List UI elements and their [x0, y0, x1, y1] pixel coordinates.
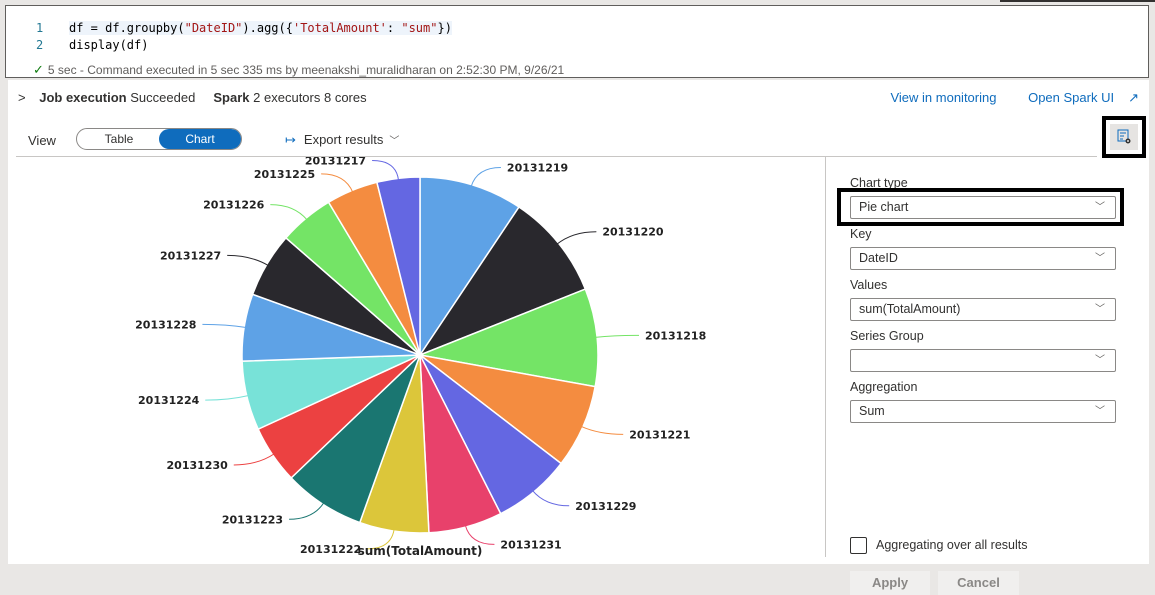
chart-settings-button[interactable] — [1102, 116, 1146, 158]
slice-label-20131225: 20131225 — [254, 168, 315, 181]
external-link-icon: ↗ — [1128, 90, 1139, 105]
panel-divider — [825, 157, 826, 557]
key-label: Key — [850, 227, 872, 241]
slice-label-20131217: 20131217 — [305, 157, 366, 167]
chevron-down-icon: ﹀ — [389, 136, 400, 147]
leader-line-20131226 — [270, 204, 308, 221]
results-panel: > Job execution Succeeded Spark 2 execut… — [8, 80, 1149, 595]
check-icon: ✓ — [33, 62, 44, 77]
aggregation-label: Aggregation — [850, 380, 918, 394]
chevron-down-icon: ﹀ — [1095, 202, 1105, 213]
aggregation-select[interactable]: Sum ﹀ — [850, 400, 1116, 423]
code-cell[interactable]: 1 df = df.groupby("DateID").agg({'TotalA… — [5, 5, 1149, 78]
status-text: 5 sec - Command executed in 5 sec 335 ms… — [47, 63, 565, 77]
export-results-button[interactable]: ↦ Export results ﹀ — [285, 132, 399, 148]
job-label: Job execution — [39, 90, 127, 105]
leader-line-20131219 — [470, 166, 501, 187]
slice-label-20131220: 20131220 — [602, 226, 664, 239]
chart-type-select[interactable]: Pie chart ﹀ — [850, 196, 1116, 219]
code-text: df = df.groupby("DateID").agg({'TotalAmo… — [69, 21, 452, 35]
slice-label-20131229: 20131229 — [575, 500, 636, 513]
leader-line-20131221 — [580, 425, 624, 435]
export-label: Export results — [303, 132, 384, 147]
view-label: View — [28, 133, 56, 148]
leader-line-20131225 — [321, 173, 354, 193]
aggregate-all-label: Aggregating over all results — [876, 538, 1028, 552]
chart-settings-icon — [1117, 129, 1131, 144]
chevron-down-icon: ﹀ — [1095, 253, 1105, 264]
line-number: 1 — [36, 21, 44, 35]
chevron-right-icon[interactable]: > — [18, 90, 26, 105]
chevron-down-icon: ﹀ — [1095, 355, 1105, 366]
spark-label: Spark — [213, 90, 250, 105]
code-text: display(df) — [69, 38, 149, 52]
slice-label-20131224: 20131224 — [138, 394, 200, 407]
cancel-button[interactable]: Cancel — [938, 571, 1019, 595]
leader-line-20131230 — [233, 453, 275, 466]
view-table-option[interactable]: Table — [78, 129, 160, 149]
leader-line-20131228 — [202, 323, 247, 329]
slice-label-20131231: 20131231 — [500, 538, 561, 551]
slice-label-20131223: 20131223 — [222, 513, 283, 526]
slice-label-20131230: 20131230 — [167, 459, 229, 472]
chevron-down-icon: ﹀ — [1095, 304, 1105, 315]
job-summary[interactable]: > Job execution Succeeded Spark 2 execut… — [18, 90, 367, 105]
export-arrow-icon: ↦ — [285, 132, 296, 147]
view-in-monitoring-link[interactable]: View in monitoring — [890, 90, 996, 105]
view-chart-option[interactable]: Chart — [159, 129, 241, 149]
chevron-down-icon: ﹀ — [1095, 406, 1105, 417]
slice-label-20131218: 20131218 — [645, 329, 706, 342]
slice-label-20131219: 20131219 — [507, 161, 568, 174]
slice-label-20131221: 20131221 — [629, 428, 690, 441]
key-select[interactable]: DateID ﹀ — [850, 247, 1116, 270]
links: View in monitoring Open Spark UI ↗ — [876, 90, 1139, 106]
window-edge — [1000, 0, 1155, 2]
slice-label-20131227: 20131227 — [160, 249, 221, 262]
values-select[interactable]: sum(TotalAmount) ﹀ — [850, 298, 1116, 321]
line-number: 2 — [36, 38, 44, 52]
job-status: Succeeded — [130, 90, 196, 105]
execution-status: ✓ 5 sec - Command executed in 5 sec 335 m… — [33, 62, 564, 78]
slice-label-20131222: 20131222 — [300, 543, 361, 556]
apply-button[interactable]: Apply — [850, 571, 930, 595]
leader-line-20131223 — [289, 502, 325, 520]
leader-line-20131218 — [595, 334, 640, 338]
chart-title: sum(TotalAmount) — [358, 544, 483, 558]
pie-chart-svg: 20131219 20131220 20131218 20131221 20131229… — [135, 157, 706, 558]
leader-line-20131224 — [205, 394, 249, 401]
series-group-select[interactable]: ﹀ — [850, 349, 1116, 372]
leader-line-20131217 — [372, 159, 400, 181]
leader-line-20131220 — [556, 231, 597, 245]
leader-line-20131231 — [464, 524, 495, 545]
series-group-label: Series Group — [850, 329, 924, 343]
pie-chart: 20131219 20131220 20131218 20131221 20131229… — [8, 157, 825, 564]
slice-label-20131228: 20131228 — [135, 318, 196, 331]
spark-info: 2 executors 8 cores — [253, 90, 367, 105]
leader-line-20131229 — [532, 490, 570, 507]
leader-line-20131227 — [227, 254, 269, 267]
slice-label-20131226: 20131226 — [203, 199, 265, 212]
values-label: Values — [850, 278, 888, 292]
view-toggle[interactable]: Table Chart — [76, 128, 242, 150]
open-spark-ui-link[interactable]: Open Spark UI ↗ — [1014, 90, 1139, 105]
aggregate-all-checkbox[interactable] — [850, 537, 867, 554]
